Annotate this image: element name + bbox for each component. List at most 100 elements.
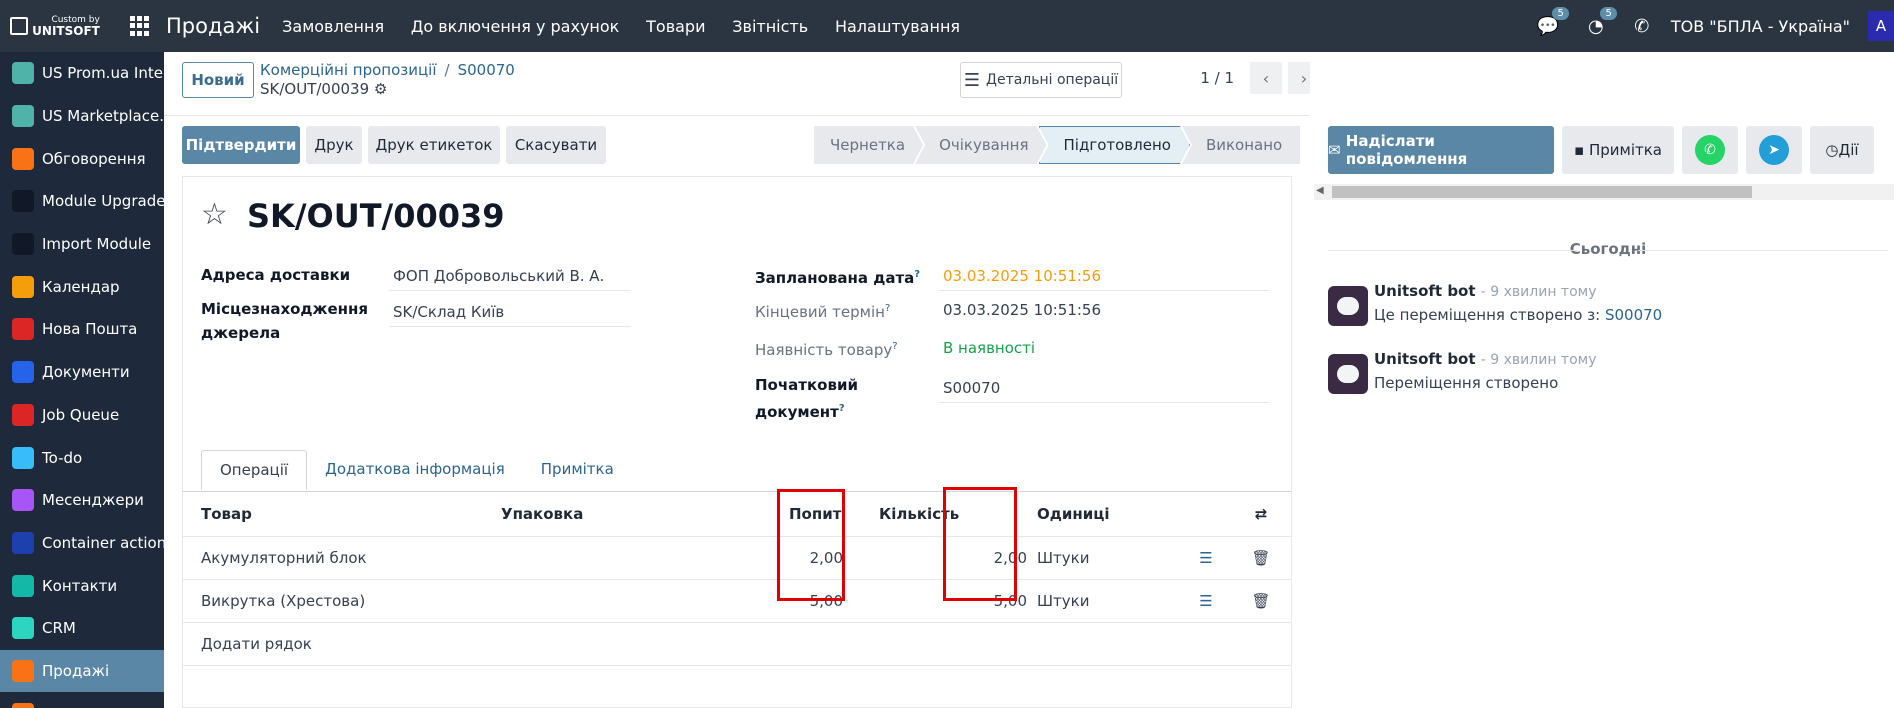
menu-to-invoice[interactable]: До включення у рахунок: [411, 17, 619, 36]
phone-icon[interactable]: ✆: [1631, 15, 1653, 37]
tab-note[interactable]: Примітка: [523, 450, 632, 490]
message-author[interactable]: Unitsoft bot - 9 хвилин тому: [1374, 350, 1597, 368]
sidebar-item[interactable]: To-do: [0, 436, 164, 479]
print-labels-button[interactable]: Друк етикеток: [368, 126, 500, 164]
cell-uom[interactable]: Штуки: [1031, 536, 1181, 580]
sidebar-item[interactable]: Продажі: [0, 649, 164, 693]
bot-avatar: [1328, 354, 1368, 394]
source-location-field[interactable]: SK/Склад Київ: [389, 299, 631, 327]
cell-product[interactable]: Викрутка (Хрестова): [183, 579, 483, 623]
sidebar-item[interactable]: Нова Пошта: [0, 308, 164, 351]
breadcrumb-order[interactable]: S00070: [458, 61, 515, 79]
gear-icon[interactable]: ⚙: [374, 80, 387, 98]
sidebar-item-label: US Marketplace...: [42, 107, 164, 126]
sidebar-item[interactable]: Месенджери: [0, 479, 164, 522]
scheduled-date-field[interactable]: 03.03.2025 10:51:56: [939, 263, 1269, 291]
pager-value[interactable]: 1 / 1: [1200, 69, 1234, 87]
sidebar-item[interactable]: Контакти: [0, 564, 164, 607]
optional-columns-icon[interactable]: ⇄: [1231, 492, 1291, 537]
sidebar-item[interactable]: [0, 692, 164, 708]
date-separator: Сьогодні: [1328, 240, 1888, 258]
menu-configuration[interactable]: Налаштування: [835, 17, 960, 36]
trash-icon[interactable]: 🗑: [1231, 536, 1291, 580]
cancel-button[interactable]: Скасувати: [506, 126, 606, 164]
col-uom[interactable]: Одиниці: [1031, 492, 1181, 537]
cell-uom[interactable]: Штуки: [1031, 579, 1181, 623]
source-location-label-line1: Місцезнаходження: [201, 300, 369, 318]
log-note-button[interactable]: ▪ Примітка: [1562, 126, 1674, 174]
help-icon[interactable]: ?: [914, 269, 920, 280]
sidebar-item[interactable]: Container actions: [0, 522, 164, 565]
help-icon[interactable]: ?: [892, 341, 897, 352]
sidebar-item[interactable]: Обговорення: [0, 137, 164, 180]
details-list-icon[interactable]: ☰: [1181, 579, 1231, 623]
sidebar-item[interactable]: US Marketplace...: [0, 95, 164, 138]
sidebar-item-label: Module Upgrade: [42, 192, 164, 211]
sidebar-item[interactable]: Job Queue: [0, 394, 164, 437]
message-link[interactable]: S00070: [1605, 306, 1662, 324]
print-button[interactable]: Друк: [306, 126, 362, 164]
sidebar-item[interactable]: Import Module: [0, 223, 164, 266]
cell-packaging[interactable]: [483, 579, 771, 623]
send-message-button[interactable]: ✉ Надіслати повідомлення: [1328, 126, 1554, 174]
scrollbar-thumb[interactable]: [1332, 186, 1752, 198]
pager-prev-icon[interactable]: ‹: [1250, 62, 1282, 94]
envelope-icon: ✉: [1328, 141, 1346, 159]
apps-grid-icon[interactable]: [130, 16, 150, 36]
scroll-left-icon[interactable]: ◀: [1316, 185, 1324, 196]
nova-poshta-icon: [12, 318, 34, 341]
pager: 1 / 1 ‹ ›: [1200, 62, 1320, 94]
menu-products[interactable]: Товари: [646, 17, 705, 36]
activities-button[interactable]: ◷ Дії: [1810, 126, 1874, 174]
new-button[interactable]: Новий: [182, 62, 254, 98]
sidebar-item[interactable]: Документи: [0, 351, 164, 394]
availability-label: Наявність товару?: [755, 335, 898, 362]
unitsoft-logo[interactable]: Custom by UNITSOFT: [0, 0, 110, 52]
tab-additional-info[interactable]: Додаткова інформація: [307, 450, 523, 490]
stage-waiting[interactable]: Очікування: [915, 126, 1046, 164]
company-switcher[interactable]: ТОВ "БПЛА - Україна": [1671, 17, 1850, 36]
table-row[interactable]: Викрутка (Хрестова) 5,00 5,00 Штуки ☰ 🗑: [183, 579, 1291, 623]
demand-highlight: [777, 489, 845, 601]
stage-draft[interactable]: Чернетка: [814, 126, 923, 164]
trash-icon[interactable]: 🗑: [1231, 579, 1291, 623]
sidebar-item[interactable]: CRM: [0, 607, 164, 650]
stage-done[interactable]: Виконано: [1181, 126, 1301, 164]
chatter-message: Unitsoft bot - 9 хвилин тому Це переміще…: [1328, 282, 1894, 330]
help-icon[interactable]: ?: [885, 303, 890, 314]
add-line-link[interactable]: Додати рядок: [183, 622, 1291, 666]
app-name[interactable]: Продажі: [166, 14, 260, 38]
sidebar-item[interactable]: US Prom.ua Inte...: [0, 52, 164, 95]
star-icon[interactable]: ☆: [201, 197, 228, 232]
cell-packaging[interactable]: [483, 536, 771, 580]
help-icon[interactable]: ?: [839, 403, 845, 414]
telegram-button[interactable]: ➤: [1746, 126, 1802, 174]
breadcrumb-quotations[interactable]: Комерційні пропозиції: [260, 61, 437, 79]
stage-ready[interactable]: Підготовлено: [1039, 126, 1190, 164]
activities-label: Дії: [1838, 141, 1859, 159]
details-list-icon[interactable]: ☰: [1181, 536, 1231, 580]
col-product[interactable]: Товар: [183, 492, 483, 537]
menu-orders[interactable]: Замовлення: [282, 17, 384, 36]
validate-button[interactable]: Підтвердити: [182, 126, 300, 164]
sidebar-item[interactable]: Календар: [0, 265, 164, 308]
table-row[interactable]: Акумуляторний блок 2,00 2,00 Штуки ☰ 🗑: [183, 536, 1291, 580]
col-packaging[interactable]: Упаковка: [483, 492, 771, 537]
horizontal-scrollbar[interactable]: ◀: [1314, 184, 1894, 200]
messages-icon[interactable]: 💬 5: [1537, 7, 1569, 37]
message-author[interactable]: Unitsoft bot - 9 хвилин тому: [1374, 282, 1597, 300]
menu-reporting[interactable]: Звітність: [732, 17, 808, 36]
origin-label: Початковий документ?: [755, 373, 858, 424]
sidebar-item-label: Месенджери: [42, 491, 144, 510]
activities-clock-icon[interactable]: ◔ 5: [1585, 7, 1617, 37]
cell-product[interactable]: Акумуляторний блок: [183, 536, 483, 580]
tab-operations[interactable]: Операції: [201, 450, 308, 490]
sidebar-item[interactable]: Module Upgrade: [0, 180, 164, 223]
user-avatar[interactable]: A: [1868, 11, 1894, 41]
detailed-operations-button[interactable]: ☰ Детальні операції: [960, 62, 1122, 98]
delivery-address-field[interactable]: ФОП Добровольський В. А.: [389, 263, 631, 291]
import-icon: [12, 233, 34, 256]
action-buttons: Підтвердити Друк Друк етикеток Скасувати: [182, 126, 606, 164]
origin-field[interactable]: S00070: [939, 375, 1269, 403]
whatsapp-button[interactable]: ✆: [1682, 126, 1738, 174]
